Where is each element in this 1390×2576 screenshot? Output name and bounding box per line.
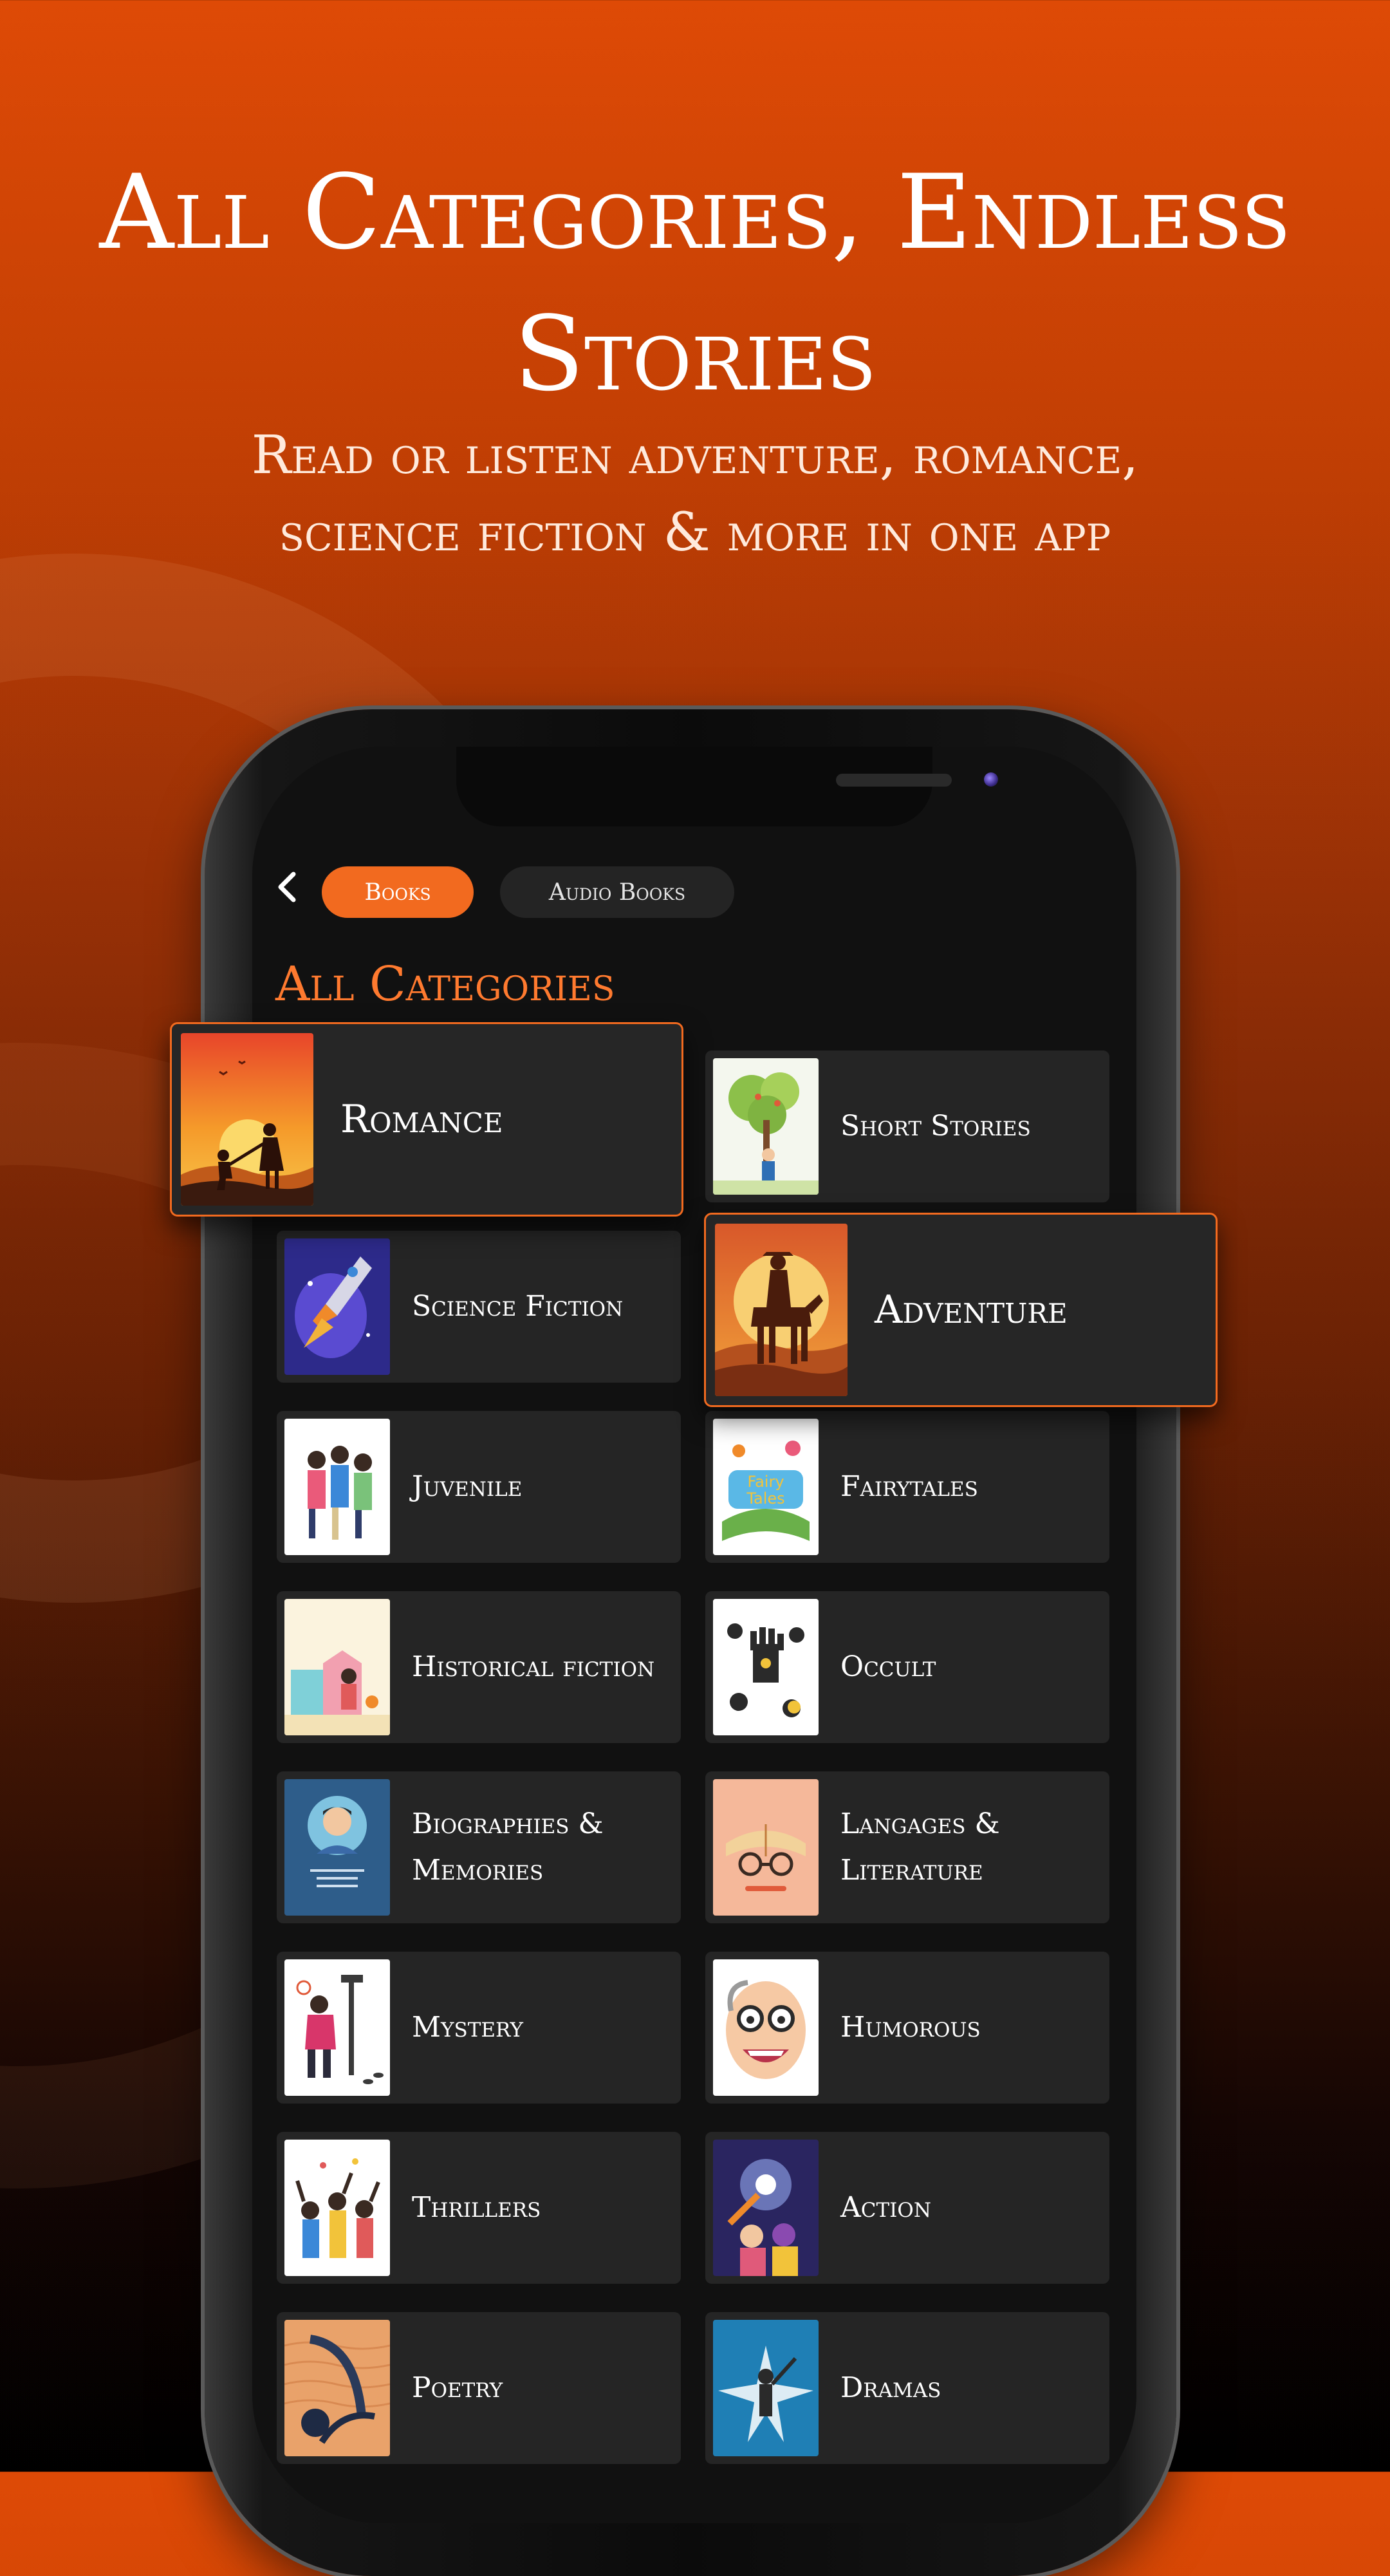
poetry-cover	[284, 2320, 390, 2456]
section-title: All Categories	[275, 957, 615, 1012]
mystery-cover	[284, 1959, 390, 2096]
occult-cover	[713, 1599, 819, 1735]
category-label: Action	[840, 2191, 931, 2224]
category-card-dramas[interactable]: Dramas	[705, 2312, 1109, 2464]
svg-text:Tales: Tales	[746, 1489, 784, 1507]
hero-subtitle: Read or listen adventure, romance, scien…	[251, 425, 1139, 563]
featured-label: Romance	[340, 1097, 503, 1142]
category-label: Thrillers	[412, 2191, 541, 2224]
category-card-humorous[interactable]: Humorous	[705, 1952, 1109, 2104]
category-label: Mystery	[412, 2011, 523, 2044]
speaker-grille	[836, 774, 952, 787]
category-card-short-stories[interactable]: Short Stories	[705, 1050, 1109, 1202]
historical-fiction-cover	[284, 1599, 390, 1735]
category-card-occult[interactable]: Occult	[705, 1591, 1109, 1743]
featured-card-romance[interactable]: Romance	[170, 1022, 683, 1217]
category-label: Dramas	[840, 2371, 941, 2404]
category-card-thrillers[interactable]: Thrillers	[277, 2132, 681, 2284]
short-stories-cover	[713, 1058, 819, 1195]
tab-audio-books[interactable]: Audio Books	[500, 866, 734, 918]
category-label: Humorous	[840, 2011, 981, 2044]
category-card-science-fiction[interactable]: Science Fiction	[277, 1231, 681, 1383]
category-card-juvenile[interactable]: Juvenile	[277, 1411, 681, 1563]
category-label: Occult	[840, 1650, 936, 1683]
category-card-action[interactable]: Action	[705, 2132, 1109, 2284]
romance-cover	[181, 1033, 313, 1206]
category-label: Fairytales	[840, 1470, 978, 1503]
category-card-mystery[interactable]: Mystery	[277, 1952, 681, 2104]
phone-screen: Books Audio Books All Categories Short S…	[252, 747, 1136, 2523]
category-label: Historical fiction	[412, 1650, 655, 1683]
science-fiction-cover	[284, 1238, 390, 1375]
humorous-cover	[713, 1959, 819, 2096]
juvenile-cover	[284, 1419, 390, 1555]
category-card-historical-fiction[interactable]: Historical fiction	[277, 1591, 681, 1743]
hero-title: All Categories, Endless Stories	[99, 152, 1291, 414]
category-label: Short Stories	[840, 1110, 1031, 1143]
category-card-biographies[interactable]: Biographies & Memories	[277, 1771, 681, 1923]
action-cover	[713, 2140, 819, 2276]
category-card-literature[interactable]: Langages & Literature	[705, 1771, 1109, 1923]
featured-label: Adventure	[875, 1287, 1068, 1332]
svg-text:Fairy: Fairy	[747, 1473, 784, 1491]
adventure-cover	[715, 1224, 848, 1396]
featured-card-adventure[interactable]: Adventure	[704, 1213, 1218, 1407]
dramas-cover	[713, 2320, 819, 2456]
back-icon[interactable]	[269, 866, 310, 908]
category-label: Poetry	[412, 2371, 503, 2404]
thrillers-cover	[284, 2140, 390, 2276]
category-label: Science Fiction	[412, 1290, 624, 1323]
front-camera	[984, 772, 998, 787]
literature-cover	[713, 1779, 819, 1916]
category-label: Juvenile	[412, 1470, 523, 1503]
tab-books[interactable]: Books	[322, 866, 474, 918]
category-card-poetry[interactable]: Poetry	[277, 2312, 681, 2464]
fairytales-cover: Fairy Tales	[713, 1419, 819, 1555]
phone-notch	[456, 747, 998, 826]
category-label: Biographies & Memories	[412, 1807, 604, 1887]
biographies-cover	[284, 1779, 390, 1916]
category-card-fairytales[interactable]: Fairy Tales Fairytales	[705, 1411, 1109, 1563]
category-label: Langages & Literature	[840, 1807, 1000, 1887]
category-grid: Short Stories Science Fiction Juvenile F…	[252, 747, 1136, 2523]
